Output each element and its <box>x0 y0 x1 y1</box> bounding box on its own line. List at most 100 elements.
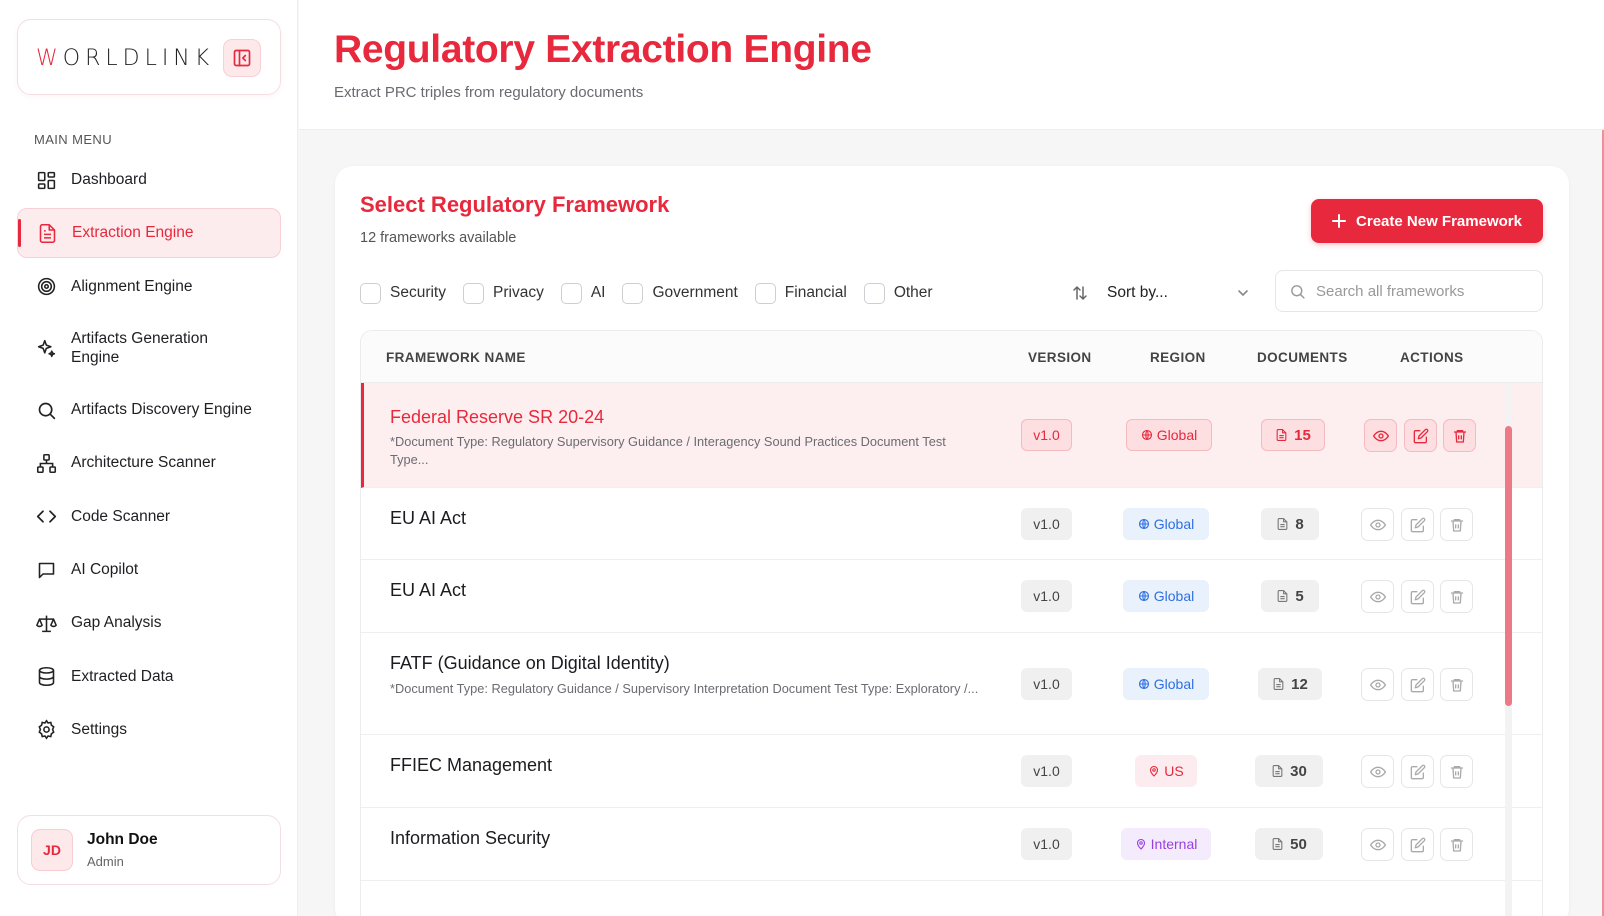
page-header: Regulatory Extraction Engine Extract PRC… <box>299 0 1604 130</box>
sidebar-collapse-icon <box>233 49 251 67</box>
filter-financial[interactable]: Financial <box>754 282 847 304</box>
documents-badge: 12 <box>1258 668 1322 700</box>
nav-item-extraction-engine[interactable]: Extraction Engine <box>17 208 281 259</box>
table-row[interactable]: FFIEC Management v1.0 US 30 <box>361 735 1542 808</box>
sidebar: WORLDLINK MAIN MENU Dashboard Extraction… <box>0 0 298 916</box>
delete-button[interactable] <box>1440 755 1473 788</box>
filter-other[interactable]: Other <box>863 282 933 304</box>
edit-icon <box>1410 764 1425 779</box>
checkbox[interactable] <box>360 282 381 304</box>
table-row[interactable]: EU AI Act v1.0 Global 5 <box>361 560 1542 633</box>
version-badge: v1.0 <box>1021 508 1072 540</box>
documents-count: 30 <box>1290 762 1307 780</box>
nav-item-alignment-engine[interactable]: Alignment Engine <box>17 262 281 312</box>
delete-button[interactable] <box>1440 580 1473 613</box>
nav-label: AI Copilot <box>71 561 139 579</box>
nav-item-ai-copilot[interactable]: AI Copilot <box>17 545 281 595</box>
trash-icon <box>1453 429 1466 443</box>
nav-item-extracted-data[interactable]: Extracted Data <box>17 652 281 702</box>
nav-item-dashboard[interactable]: Dashboard <box>17 155 281 205</box>
table-row[interactable]: Information Security v1.0 Internal 50 <box>361 808 1542 881</box>
grid-icon <box>35 169 57 191</box>
filter-ai[interactable]: AI <box>560 282 606 304</box>
version-badge: v1.0 <box>1021 755 1072 787</box>
checkbox[interactable] <box>560 282 582 304</box>
user-card[interactable]: JD John Doe Admin <box>17 815 281 885</box>
view-button[interactable] <box>1361 508 1394 541</box>
region-label: Global <box>1153 588 1195 604</box>
filter-label: Security <box>390 284 446 301</box>
region-label: US <box>1164 763 1184 779</box>
region-label: Global <box>1153 516 1195 532</box>
eye-icon <box>1372 430 1389 441</box>
checkbox[interactable] <box>463 282 484 304</box>
document-icon <box>1277 590 1288 602</box>
table-scrollbar-thumb[interactable] <box>1505 426 1512 706</box>
filter-privacy[interactable]: Privacy <box>463 282 544 304</box>
sort-select[interactable]: Sort by... <box>1095 276 1262 310</box>
version-badge: v1.0 <box>1021 668 1072 700</box>
main-menu-label: MAIN MENU <box>34 132 112 147</box>
table-row[interactable]: FATF (Guidance on Digital Identity) *Doc… <box>361 633 1542 735</box>
edit-button[interactable] <box>1401 508 1434 541</box>
nav-item-settings[interactable]: Settings <box>17 705 281 755</box>
view-button[interactable] <box>1361 755 1394 788</box>
filter-government[interactable]: Government <box>622 282 738 304</box>
trash-icon <box>1450 765 1463 779</box>
filter-label: Government <box>652 284 738 301</box>
delete-button[interactable] <box>1440 828 1473 861</box>
edit-button[interactable] <box>1401 580 1434 613</box>
nav-item-gap-analysis[interactable]: Gap Analysis <box>17 598 281 648</box>
view-button[interactable] <box>1361 580 1394 613</box>
trash-icon <box>1450 518 1463 532</box>
create-framework-button[interactable]: Create New Framework <box>1311 199 1543 243</box>
delete-button[interactable] <box>1440 508 1473 541</box>
edit-icon <box>1410 677 1425 692</box>
table-row[interactable]: Federal Reserve SR 20-24 *Document Type:… <box>361 383 1542 488</box>
documents-badge: 15 <box>1261 419 1325 451</box>
col-documents: DOCUMENTS <box>1257 350 1348 365</box>
nav-item-architecture-scanner[interactable]: Architecture Scanner <box>17 438 281 488</box>
nav-item-code-scanner[interactable]: Code Scanner <box>17 492 281 542</box>
table-row[interactable]: EU AI Act v1.0 Global 8 <box>361 488 1542 560</box>
view-button[interactable] <box>1361 668 1394 701</box>
location-pin-icon <box>1150 765 1159 777</box>
edit-button[interactable] <box>1404 419 1437 452</box>
edit-button[interactable] <box>1401 668 1434 701</box>
col-region: REGION <box>1150 350 1206 365</box>
edit-button[interactable] <box>1401 828 1434 861</box>
collapse-sidebar-button[interactable] <box>223 39 261 77</box>
panel-title: Select Regulatory Framework <box>360 192 670 217</box>
network-icon <box>35 452 57 474</box>
checkbox[interactable] <box>754 282 776 304</box>
nav-item-artifacts-discovery[interactable]: Artifacts Discovery Engine <box>17 385 281 435</box>
nav-label: Settings <box>71 720 128 738</box>
version-badge: v1.0 <box>1021 419 1072 451</box>
delete-button[interactable] <box>1440 668 1473 701</box>
view-button[interactable] <box>1361 828 1394 861</box>
trash-icon <box>1450 590 1463 604</box>
chat-icon <box>35 559 57 581</box>
checkbox[interactable] <box>863 282 885 304</box>
document-icon <box>1273 678 1284 690</box>
user-name: John Doe <box>87 831 158 848</box>
search-input[interactable]: Search all frameworks <box>1275 270 1543 312</box>
globe-icon <box>1138 590 1149 602</box>
checkbox[interactable] <box>622 282 644 304</box>
filter-security[interactable]: Security <box>360 282 446 304</box>
search-placeholder: Search all frameworks <box>1316 282 1465 300</box>
documents-badge: 5 <box>1261 580 1319 612</box>
edit-button[interactable] <box>1401 755 1434 788</box>
documents-badge: 50 <box>1255 828 1323 860</box>
delete-button[interactable] <box>1443 419 1476 452</box>
region-badge: Global <box>1123 580 1209 612</box>
nav-item-artifacts-generation[interactable]: Artifacts Generation Engine <box>17 315 281 382</box>
region-badge: Internal <box>1121 828 1211 860</box>
filter-label: AI <box>590 284 606 301</box>
filter-label: Financial <box>784 284 847 301</box>
view-button[interactable] <box>1364 419 1397 452</box>
eye-icon <box>1369 679 1386 690</box>
create-framework-label: Create New Framework <box>1356 212 1522 230</box>
nav-label: Gap Analysis <box>71 614 162 632</box>
nav-label: Code Scanner <box>71 507 171 525</box>
